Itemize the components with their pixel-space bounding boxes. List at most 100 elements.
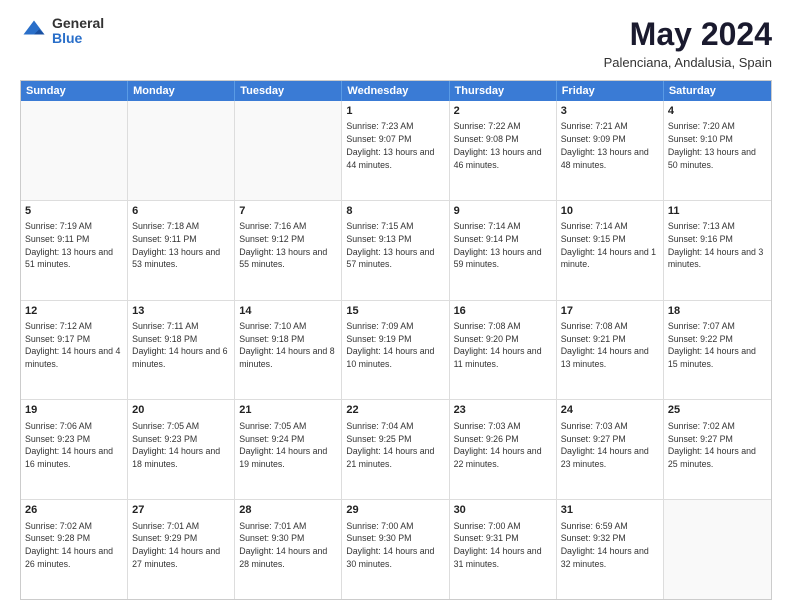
page: General Blue May 2024 Palenciana, Andalu…: [0, 0, 792, 612]
calendar-row: 12Sunrise: 7:12 AMSunset: 9:17 PMDayligh…: [21, 300, 771, 400]
day-number: 2: [454, 104, 552, 119]
logo-text: General Blue: [52, 16, 104, 47]
calendar-cell: 6Sunrise: 7:18 AMSunset: 9:11 PMDaylight…: [128, 201, 235, 300]
title-month: May 2024: [604, 16, 772, 53]
calendar-cell: 11Sunrise: 7:13 AMSunset: 9:16 PMDayligh…: [664, 201, 771, 300]
logo-general: General: [52, 16, 104, 31]
day-number: 6: [132, 204, 230, 219]
calendar-cell: 17Sunrise: 7:08 AMSunset: 9:21 PMDayligh…: [557, 301, 664, 400]
calendar-cell: 13Sunrise: 7:11 AMSunset: 9:18 PMDayligh…: [128, 301, 235, 400]
cell-info: Sunrise: 7:03 AMSunset: 9:26 PMDaylight:…: [454, 420, 552, 471]
day-number: 23: [454, 403, 552, 418]
cell-info: Sunrise: 7:23 AMSunset: 9:07 PMDaylight:…: [346, 120, 444, 171]
logo: General Blue: [20, 16, 104, 47]
calendar-cell: 25 Sunrise: 7:02 AMSunset: 9:27 PMDayligh…: [664, 400, 771, 499]
calendar-cell: [21, 101, 128, 200]
day-number: 3: [561, 104, 659, 119]
calendar-cell: 14Sunrise: 7:10 AMSunset: 9:18 PMDayligh…: [235, 301, 342, 400]
cell-info: Sunrise: 7:14 AMSunset: 9:15 PMDaylight:…: [561, 220, 659, 271]
calendar-row: 5Sunrise: 7:19 AMSunset: 9:11 PMDaylight…: [21, 200, 771, 300]
weekday-header: Thursday: [450, 81, 557, 101]
cell-info: Sunrise: 7:11 AMSunset: 9:18 PMDaylight:…: [132, 320, 230, 371]
calendar-cell: 19 Sunrise: 7:06 AMSunset: 9:23 PMDayligh…: [21, 400, 128, 499]
title-block: May 2024 Palenciana, Andalusia, Spain: [604, 16, 772, 70]
day-number: 15: [346, 304, 444, 319]
calendar-cell: 10Sunrise: 7:14 AMSunset: 9:15 PMDayligh…: [557, 201, 664, 300]
calendar-body: 1Sunrise: 7:23 AMSunset: 9:07 PMDaylight…: [21, 101, 771, 599]
calendar-cell: 1Sunrise: 7:23 AMSunset: 9:07 PMDaylight…: [342, 101, 449, 200]
logo-blue: Blue: [52, 31, 104, 46]
cell-info: Sunrise: 7:16 AMSunset: 9:12 PMDaylight:…: [239, 220, 337, 271]
day-number: 21: [239, 403, 337, 418]
day-number: 18: [668, 304, 767, 319]
calendar-cell: 2Sunrise: 7:22 AMSunset: 9:08 PMDaylight…: [450, 101, 557, 200]
cell-info: Sunrise: 7:00 AMSunset: 9:30 PMDaylight:…: [346, 520, 444, 571]
cell-info: Sunrise: 7:06 AMSunset: 9:23 PMDaylight:…: [25, 420, 123, 471]
calendar-cell: 21 Sunrise: 7:05 AMSunset: 9:24 PMDayligh…: [235, 400, 342, 499]
day-number: 7: [239, 204, 337, 219]
day-number: 13: [132, 304, 230, 319]
cell-info: Sunrise: 7:05 AMSunset: 9:24 PMDaylight:…: [239, 420, 337, 471]
cell-info: Sunrise: 7:00 AMSunset: 9:31 PMDaylight:…: [454, 520, 552, 571]
cell-info: Sunrise: 7:14 AMSunset: 9:14 PMDaylight:…: [454, 220, 552, 271]
cell-info: Sunrise: 7:21 AMSunset: 9:09 PMDaylight:…: [561, 120, 659, 171]
calendar-cell: 3Sunrise: 7:21 AMSunset: 9:09 PMDaylight…: [557, 101, 664, 200]
day-number: 29: [346, 503, 444, 518]
calendar-cell: 8Sunrise: 7:15 AMSunset: 9:13 PMDaylight…: [342, 201, 449, 300]
calendar-cell: 28 Sunrise: 7:01 AMSunset: 9:30 PMDayligh…: [235, 500, 342, 599]
day-number: 27: [132, 503, 230, 518]
day-number: 26: [25, 503, 123, 518]
calendar-row: 19 Sunrise: 7:06 AMSunset: 9:23 PMDayligh…: [21, 399, 771, 499]
cell-info: Sunrise: 7:08 AMSunset: 9:21 PMDaylight:…: [561, 320, 659, 371]
cell-info: Sunrise: 7:22 AMSunset: 9:08 PMDaylight:…: [454, 120, 552, 171]
calendar-cell: 20Sunrise: 7:05 AMSunset: 9:23 PMDayligh…: [128, 400, 235, 499]
calendar-cell: 27 Sunrise: 7:01 AMSunset: 9:29 PMDayligh…: [128, 500, 235, 599]
day-number: 8: [346, 204, 444, 219]
cell-info: Sunrise: 7:07 AMSunset: 9:22 PMDaylight:…: [668, 320, 767, 371]
day-number: 1: [346, 104, 444, 119]
day-number: 31: [561, 503, 659, 518]
day-number: 25: [668, 403, 767, 418]
cell-info: Sunrise: 7:01 AMSunset: 9:30 PMDaylight:…: [239, 520, 337, 571]
calendar-row: 26 Sunrise: 7:02 AMSunset: 9:28 PMDayligh…: [21, 499, 771, 599]
cell-info: Sunrise: 7:18 AMSunset: 9:11 PMDaylight:…: [132, 220, 230, 271]
day-number: 20: [132, 403, 230, 418]
calendar: SundayMondayTuesdayWednesdayThursdayFrid…: [20, 80, 772, 600]
calendar-cell: 18Sunrise: 7:07 AMSunset: 9:22 PMDayligh…: [664, 301, 771, 400]
day-number: 10: [561, 204, 659, 219]
calendar-cell: 23 Sunrise: 7:03 AMSunset: 9:26 PMDayligh…: [450, 400, 557, 499]
calendar-cell: [235, 101, 342, 200]
cell-info: Sunrise: 7:01 AMSunset: 9:29 PMDaylight:…: [132, 520, 230, 571]
day-number: 14: [239, 304, 337, 319]
day-number: 11: [668, 204, 767, 219]
calendar-cell: 26 Sunrise: 7:02 AMSunset: 9:28 PMDayligh…: [21, 500, 128, 599]
day-number: 12: [25, 304, 123, 319]
cell-info: Sunrise: 7:09 AMSunset: 9:19 PMDaylight:…: [346, 320, 444, 371]
cell-info: Sunrise: 7:08 AMSunset: 9:20 PMDaylight:…: [454, 320, 552, 371]
cell-info: Sunrise: 7:03 AMSunset: 9:27 PMDaylight:…: [561, 420, 659, 471]
day-number: 16: [454, 304, 552, 319]
calendar-cell: [128, 101, 235, 200]
weekday-header: Monday: [128, 81, 235, 101]
calendar-cell: 24Sunrise: 7:03 AMSunset: 9:27 PMDayligh…: [557, 400, 664, 499]
cell-info: Sunrise: 7:02 AMSunset: 9:27 PMDaylight:…: [668, 420, 767, 471]
day-number: 4: [668, 104, 767, 119]
cell-info: Sunrise: 7:12 AMSunset: 9:17 PMDaylight:…: [25, 320, 123, 371]
title-location: Palenciana, Andalusia, Spain: [604, 55, 772, 70]
cell-info: Sunrise: 7:13 AMSunset: 9:16 PMDaylight:…: [668, 220, 767, 271]
calendar-cell: 5Sunrise: 7:19 AMSunset: 9:11 PMDaylight…: [21, 201, 128, 300]
cell-info: Sunrise: 7:02 AMSunset: 9:28 PMDaylight:…: [25, 520, 123, 571]
day-number: 19: [25, 403, 123, 418]
day-number: 28: [239, 503, 337, 518]
weekday-header: Wednesday: [342, 81, 449, 101]
cell-info: Sunrise: 7:19 AMSunset: 9:11 PMDaylight:…: [25, 220, 123, 271]
calendar-cell: 7Sunrise: 7:16 AMSunset: 9:12 PMDaylight…: [235, 201, 342, 300]
day-number: 30: [454, 503, 552, 518]
calendar-header: SundayMondayTuesdayWednesdayThursdayFrid…: [21, 81, 771, 101]
calendar-cell: 29 Sunrise: 7:00 AMSunset: 9:30 PMDayligh…: [342, 500, 449, 599]
day-number: 17: [561, 304, 659, 319]
logo-icon: [20, 17, 48, 45]
calendar-cell: 30 Sunrise: 7:00 AMSunset: 9:31 PMDayligh…: [450, 500, 557, 599]
cell-info: Sunrise: 7:20 AMSunset: 9:10 PMDaylight:…: [668, 120, 767, 171]
calendar-cell: 12Sunrise: 7:12 AMSunset: 9:17 PMDayligh…: [21, 301, 128, 400]
